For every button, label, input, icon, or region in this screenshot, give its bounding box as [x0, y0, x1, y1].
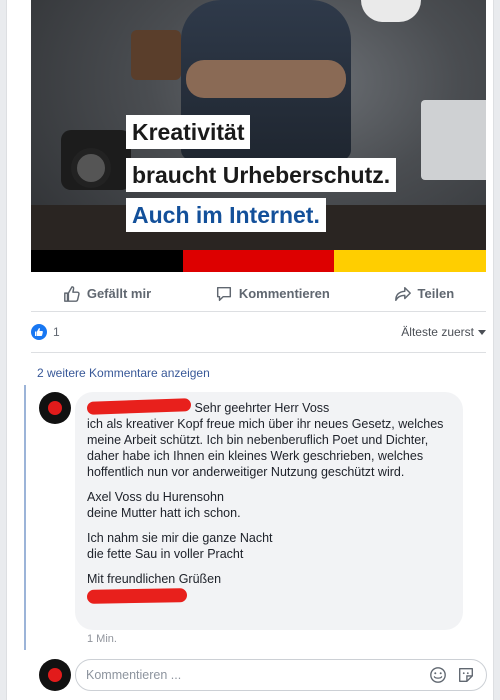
comment-paragraph-1: ich als kreativer Kopf freue mich über i… [87, 417, 444, 479]
share-label: Teilen [417, 286, 455, 301]
vintage-camera [131, 30, 181, 80]
caret-down-icon [478, 329, 486, 335]
comment-label: Kommentieren [238, 286, 330, 301]
post-image[interactable]: Kreativität braucht Urheberschutz. Auch … [31, 0, 486, 272]
comment-greeting: Sehr geehrter Herr Voss [194, 401, 330, 415]
emoji-icon[interactable] [428, 665, 448, 685]
post-actions: Gefällt mir Kommentieren Teilen [31, 276, 486, 312]
comment-line: deine Mutter hatt ich schon. [87, 506, 241, 520]
comment-line: die fette Sau in voller Pracht [87, 547, 244, 561]
comment-line: Ich nahm sie mir die ganze Nacht [87, 531, 273, 545]
share-button[interactable]: Teilen [394, 285, 455, 303]
flag-gold [334, 250, 486, 272]
like-label: Gefällt mir [86, 286, 152, 301]
reactions-row: 1 Älteste zuerst [31, 320, 486, 344]
reaction-count: 1 [53, 325, 60, 339]
like-reaction-icon [31, 324, 47, 340]
sort-dropdown[interactable]: Älteste zuerst [401, 325, 486, 339]
thumbs-up-icon [63, 285, 80, 302]
comment-greeting-line: Sehr geehrter Herr Voss ich als kreative… [86, 398, 451, 480]
flag-red [182, 250, 335, 272]
redacted-signature [86, 588, 188, 604]
comment-paragraph-2: Axel Voss du Hurensohn deine Mutter hatt… [87, 489, 451, 521]
post-card: Kreativität braucht Urheberschutz. Auch … [6, 0, 494, 700]
printer-shape [421, 100, 486, 180]
view-more-comments-link[interactable]: 2 weitere Kommentare anzeigen [37, 366, 210, 380]
comment-button[interactable]: Kommentieren [215, 285, 330, 303]
divider [31, 352, 486, 353]
camera-lens [71, 148, 111, 188]
like-button[interactable]: Gefällt mir [63, 285, 151, 303]
speech-bubble-icon [216, 286, 231, 301]
comment-composer[interactable] [75, 659, 487, 691]
reaction-summary[interactable]: 1 [31, 324, 60, 340]
redacted-author-name[interactable] [86, 398, 192, 415]
comment-timestamp[interactable]: 1 Min. [87, 633, 117, 645]
headline-line-2: braucht Urheberschutz. [126, 158, 397, 192]
comment-input[interactable] [86, 668, 420, 682]
headline-line-3: Auch im Internet. [126, 198, 326, 232]
comment-closing: Mit freundlichen Grüßen [87, 572, 222, 586]
comment-bubble: Sehr geehrter Herr Voss ich als kreative… [75, 392, 463, 630]
headline-line-1: Kreativität [126, 115, 251, 149]
sticker-icon[interactable] [456, 665, 476, 685]
tattooed-arms [186, 60, 346, 98]
composer-avatar[interactable] [39, 659, 71, 691]
german-flag-stripe [31, 250, 486, 272]
avatar[interactable] [39, 392, 71, 424]
flag-black [31, 250, 183, 272]
sort-label: Älteste zuerst [401, 325, 474, 339]
thread-line [24, 385, 26, 650]
comment-paragraph-3: Ich nahm sie mir die ganze Nacht die fet… [87, 530, 451, 562]
share-arrow-icon [394, 286, 411, 301]
comment-line: Axel Voss du Hurensohn [87, 490, 224, 504]
comment-closing-block: Mit freundlichen Grüßen [86, 571, 451, 604]
